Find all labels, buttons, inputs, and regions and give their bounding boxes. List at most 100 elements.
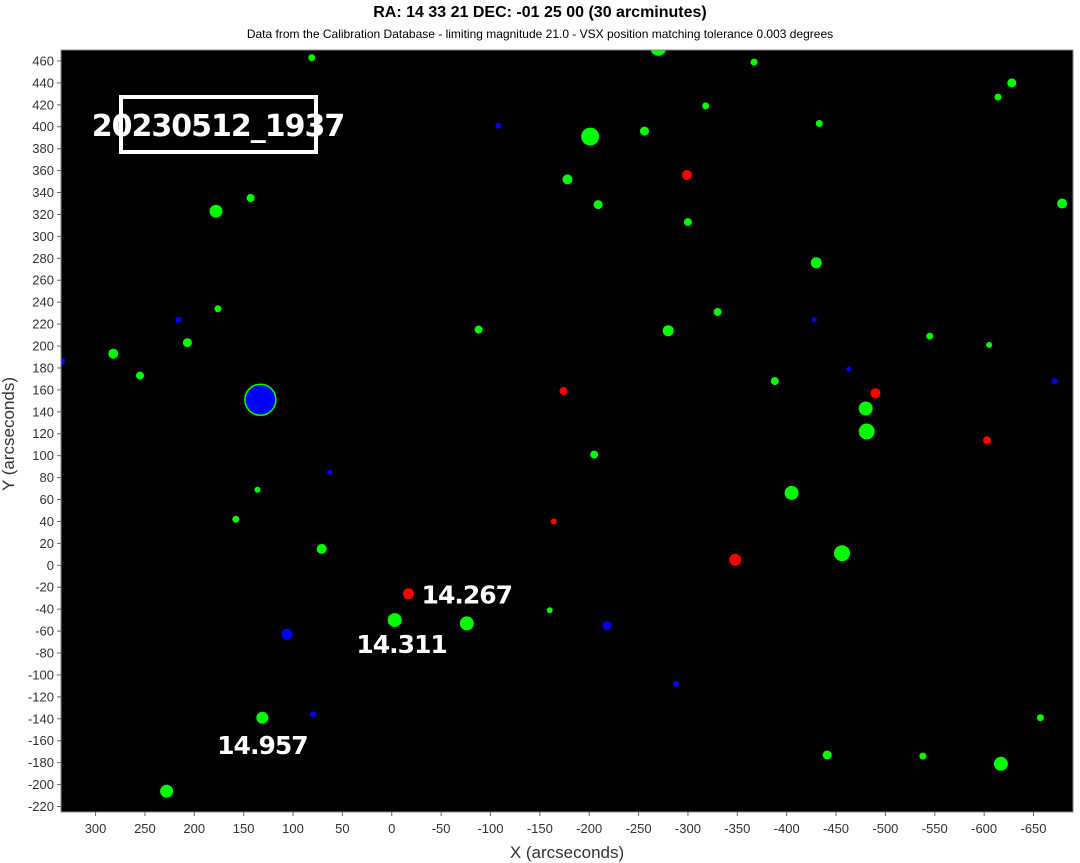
scatter-chart: 20230512_1937 14.267 14.311 14.957 460 440 4… (0, 49, 1074, 862)
data-point-blue (673, 680, 680, 687)
x-tick-label: 300 (85, 821, 107, 836)
magnitude-label: 14.267 (422, 581, 512, 610)
x-tick-label: -150 (527, 821, 553, 836)
data-point-blue (175, 316, 182, 323)
x-tick-label: 250 (134, 821, 156, 836)
data-point-green (316, 543, 327, 554)
data-point-green (590, 450, 599, 459)
label-box-text: 20230512_1937 (92, 109, 345, 144)
data-point-green (160, 784, 174, 798)
data-point-red (550, 518, 557, 525)
data-point-green (650, 50, 666, 56)
x-tick-label: -400 (774, 821, 800, 836)
y-tick-label: -100 (28, 667, 54, 682)
data-point-green (784, 485, 799, 500)
x-tick-label: 0 (388, 821, 395, 836)
data-point-green (136, 371, 144, 380)
y-axis-label: Y (arcseconds) (0, 377, 18, 491)
data-point-green (562, 174, 573, 185)
data-point-green (926, 332, 934, 340)
data-point-green (822, 750, 832, 760)
data-point-blue (327, 469, 333, 475)
data-point-green (474, 325, 483, 334)
data-point-green (702, 102, 710, 110)
data-point-green (640, 126, 649, 136)
y-tick-label: 120 (32, 426, 54, 441)
data-point-green (214, 305, 222, 313)
x-tick-label: -100 (477, 821, 503, 836)
y-tick-label: 400 (32, 119, 54, 134)
data-point-blue (846, 366, 852, 372)
y-tick-label: 140 (32, 404, 54, 419)
y-tick-label: -180 (28, 755, 54, 770)
data-point-green (858, 401, 873, 416)
data-point-red (682, 170, 692, 180)
data-point-green (834, 545, 850, 562)
y-tick-label: 460 (32, 53, 54, 68)
y-tick-label: 60 (40, 492, 54, 507)
data-point-green (1036, 714, 1044, 722)
x-axis-label: X (arcseconds) (510, 843, 624, 862)
data-point-red (870, 388, 881, 399)
x-tick-label: 200 (183, 821, 205, 836)
y-tick-label: 440 (32, 75, 54, 90)
y-tick-label: 0 (47, 558, 54, 573)
data-point-blue (602, 621, 612, 631)
y-tick-label: -60 (35, 624, 54, 639)
data-point-green (546, 607, 553, 614)
y-tick-label: 280 (32, 251, 54, 266)
x-tick-label: -300 (675, 821, 701, 836)
y-tick-label: 300 (32, 229, 54, 244)
y-tick-label: 320 (32, 207, 54, 222)
data-point-green (593, 200, 603, 210)
data-point-green (1057, 198, 1068, 209)
x-tick-label: 100 (282, 821, 304, 836)
x-tick-label: -500 (872, 821, 898, 836)
magnitude-label: 14.311 (356, 630, 446, 659)
data-point-green (308, 54, 316, 62)
y-tick-label: -40 (35, 602, 54, 617)
x-tick-label: -250 (626, 821, 652, 836)
data-point-green (182, 338, 192, 348)
data-point-green (232, 515, 240, 523)
y-tick-label: 40 (40, 514, 54, 529)
y-tick-label: -80 (35, 646, 54, 661)
data-point-red (559, 387, 568, 395)
y-tick-label: 260 (32, 273, 54, 288)
x-tick-label: -650 (1020, 821, 1046, 836)
data-point-green (919, 752, 927, 760)
data-point-blue (244, 383, 277, 417)
y-tick-label: 380 (32, 141, 54, 156)
y-tick-label: 220 (32, 317, 54, 332)
y-tick-label: -220 (28, 799, 54, 814)
data-point-red (729, 553, 742, 566)
data-point-red (403, 588, 414, 600)
y-tick-label: 360 (32, 163, 54, 178)
data-point-blue (1051, 378, 1058, 385)
x-tick-label: -600 (971, 821, 997, 836)
data-point-red (983, 436, 992, 445)
x-tick-label: 50 (335, 821, 349, 836)
y-tick-label: 100 (32, 448, 54, 463)
y-tick-label: -20 (35, 580, 54, 595)
data-point-green (209, 204, 223, 218)
y-tick-label: 20 (40, 536, 54, 551)
y-tick-label: -160 (28, 733, 54, 748)
data-point-green (581, 127, 600, 146)
data-point-green (387, 613, 402, 628)
x-tick-label: 150 (233, 821, 255, 836)
data-point-green (254, 486, 261, 493)
magnitude-label: 14.957 (217, 731, 307, 760)
data-point-blue (309, 711, 316, 718)
data-point-green (858, 423, 875, 440)
data-point-green (459, 616, 474, 631)
y-tick-label: 160 (32, 382, 54, 397)
y-tick-label: -140 (28, 711, 54, 726)
data-point-blue (495, 122, 502, 129)
data-point-green (246, 194, 255, 202)
data-point-green (108, 348, 119, 359)
data-point-green (256, 711, 269, 724)
data-point-green (750, 58, 758, 66)
x-tick-label: -450 (823, 821, 849, 836)
x-tick-label: -200 (576, 821, 602, 836)
